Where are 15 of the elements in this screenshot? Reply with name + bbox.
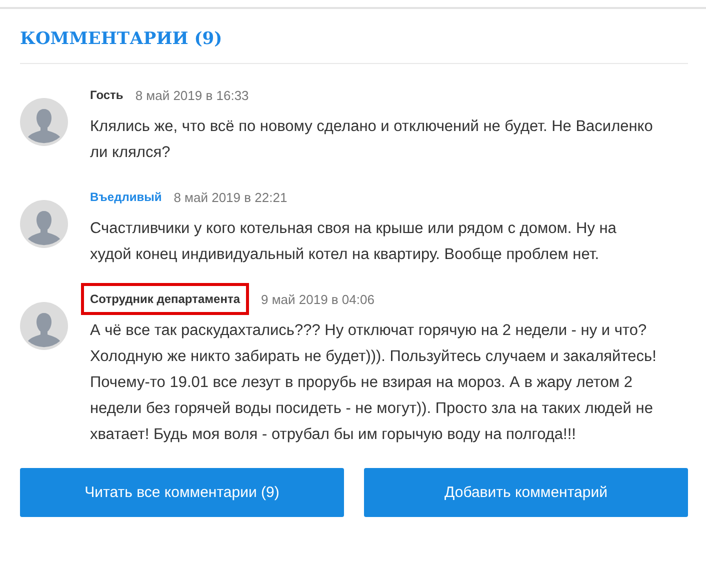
author-name: Въедливый <box>90 190 162 204</box>
comment-date: 9 май 2019 в 04:06 <box>261 292 374 306</box>
author-name: Гость <box>90 88 124 102</box>
comment-text: А чё все так раскудахтались??? Ну отключат горячую на 2 недели - ну и что? Холодную же никто забирать не будет))). Пользуйтесь случаем и закаляйтесь! Почему-то 19.01 все лезут в прорубь не взирая на мороз. А в жару летом 2 недели без горячей воды посидеть - не могут)). Просто зла на таких людей не хватает! Будь моя воля - отрубал бы им горычую воду на полгода!!! <box>90 321 658 445</box>
read-all-button[interactable]: Читать все комментарии (9) <box>20 468 344 517</box>
avatar-icon <box>20 302 68 350</box>
section-heading: КОММЕНТАРИИ (9) <box>20 29 688 64</box>
comment-text: Счастливчики у кого котельная своя на крыше или рядом с домом. Ну на худой конец индивидуальный котел на квартиру. Вообще проблем нет. <box>90 219 618 265</box>
avatar-icon <box>20 98 68 146</box>
add-comment-button[interactable]: Добавить комментарий <box>364 468 688 517</box>
author-name: Сотрудник департамента <box>90 292 240 306</box>
comment-date: 8 май 2019 в 22:21 <box>174 190 288 204</box>
avatar-icon <box>20 200 68 248</box>
comment-text: Клялись же, что всё по новому сделано и отключений не будет. Не Василенко ли клялся? <box>90 117 654 163</box>
comment-date: 8 май 2019 в 16:33 <box>135 88 249 102</box>
